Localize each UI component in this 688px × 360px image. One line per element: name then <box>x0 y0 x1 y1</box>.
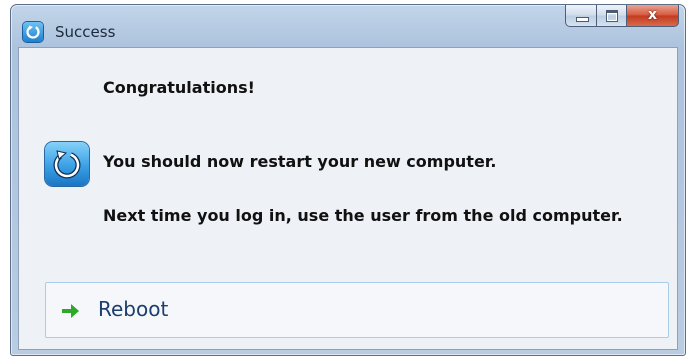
minimize-button[interactable] <box>565 5 597 27</box>
app-restart-icon <box>23 22 43 42</box>
title-bar[interactable]: Success x <box>11 5 685 47</box>
minimize-icon <box>576 17 589 22</box>
login-message: Next time you log in, use the user from … <box>103 206 623 225</box>
green-arrow-right-icon <box>60 301 82 321</box>
caption-buttons: x <box>565 5 679 29</box>
dialog-body: Congratulations! You should now restart … <box>18 47 678 350</box>
reboot-button[interactable]: Reboot <box>45 282 669 338</box>
close-icon: x <box>647 7 658 23</box>
success-dialog-window: Success x Congratulations! You should no… <box>10 4 686 356</box>
close-button[interactable]: x <box>627 5 679 27</box>
heading: Congratulations! <box>103 78 255 97</box>
maximize-icon <box>606 10 618 22</box>
maximize-button[interactable] <box>597 5 627 27</box>
restart-icon <box>45 142 89 186</box>
restart-message: You should now restart your new computer… <box>103 152 497 171</box>
reboot-label: Reboot <box>98 297 169 321</box>
window-title: Success <box>55 23 116 41</box>
